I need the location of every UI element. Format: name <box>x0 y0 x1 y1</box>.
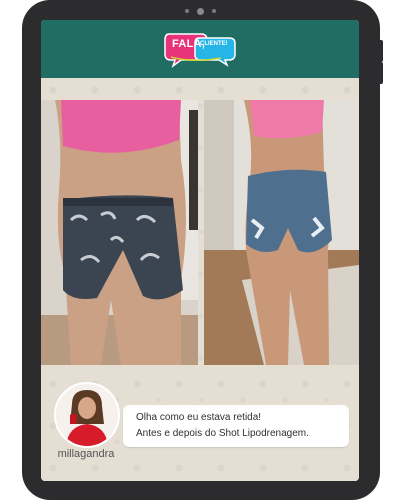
avatar-image <box>56 384 118 446</box>
username: millagandra <box>57 448 115 460</box>
avatar[interactable] <box>54 382 120 448</box>
volume-up-button[interactable] <box>378 40 383 62</box>
camera-bar <box>0 6 400 16</box>
message-line-2: Antes e depois do Shot Lipodrenagem. <box>136 428 309 439</box>
photo-before[interactable] <box>41 100 198 365</box>
logo-sub-text: CLIENTE! <box>200 41 228 47</box>
after-photo-image <box>204 100 359 365</box>
camera-lens <box>196 7 204 15</box>
tablet-screen: FALA, CLIENTE! millagandra Olha como eu … <box>41 20 359 481</box>
volume-down-button[interactable] <box>378 62 383 84</box>
app-header: FALA, CLIENTE! <box>41 20 359 78</box>
sensor-dot <box>211 9 216 13</box>
message-line-1: Olha como eu estava retida! <box>136 412 262 423</box>
message-bubble[interactable]: Olha como eu estava retida! Antes e depo… <box>123 405 349 447</box>
sensor-dot <box>184 9 189 13</box>
message-row: millagandra Olha como eu estava retida! … <box>41 372 359 472</box>
before-photo-image <box>41 100 198 365</box>
photo-after[interactable] <box>204 100 359 365</box>
